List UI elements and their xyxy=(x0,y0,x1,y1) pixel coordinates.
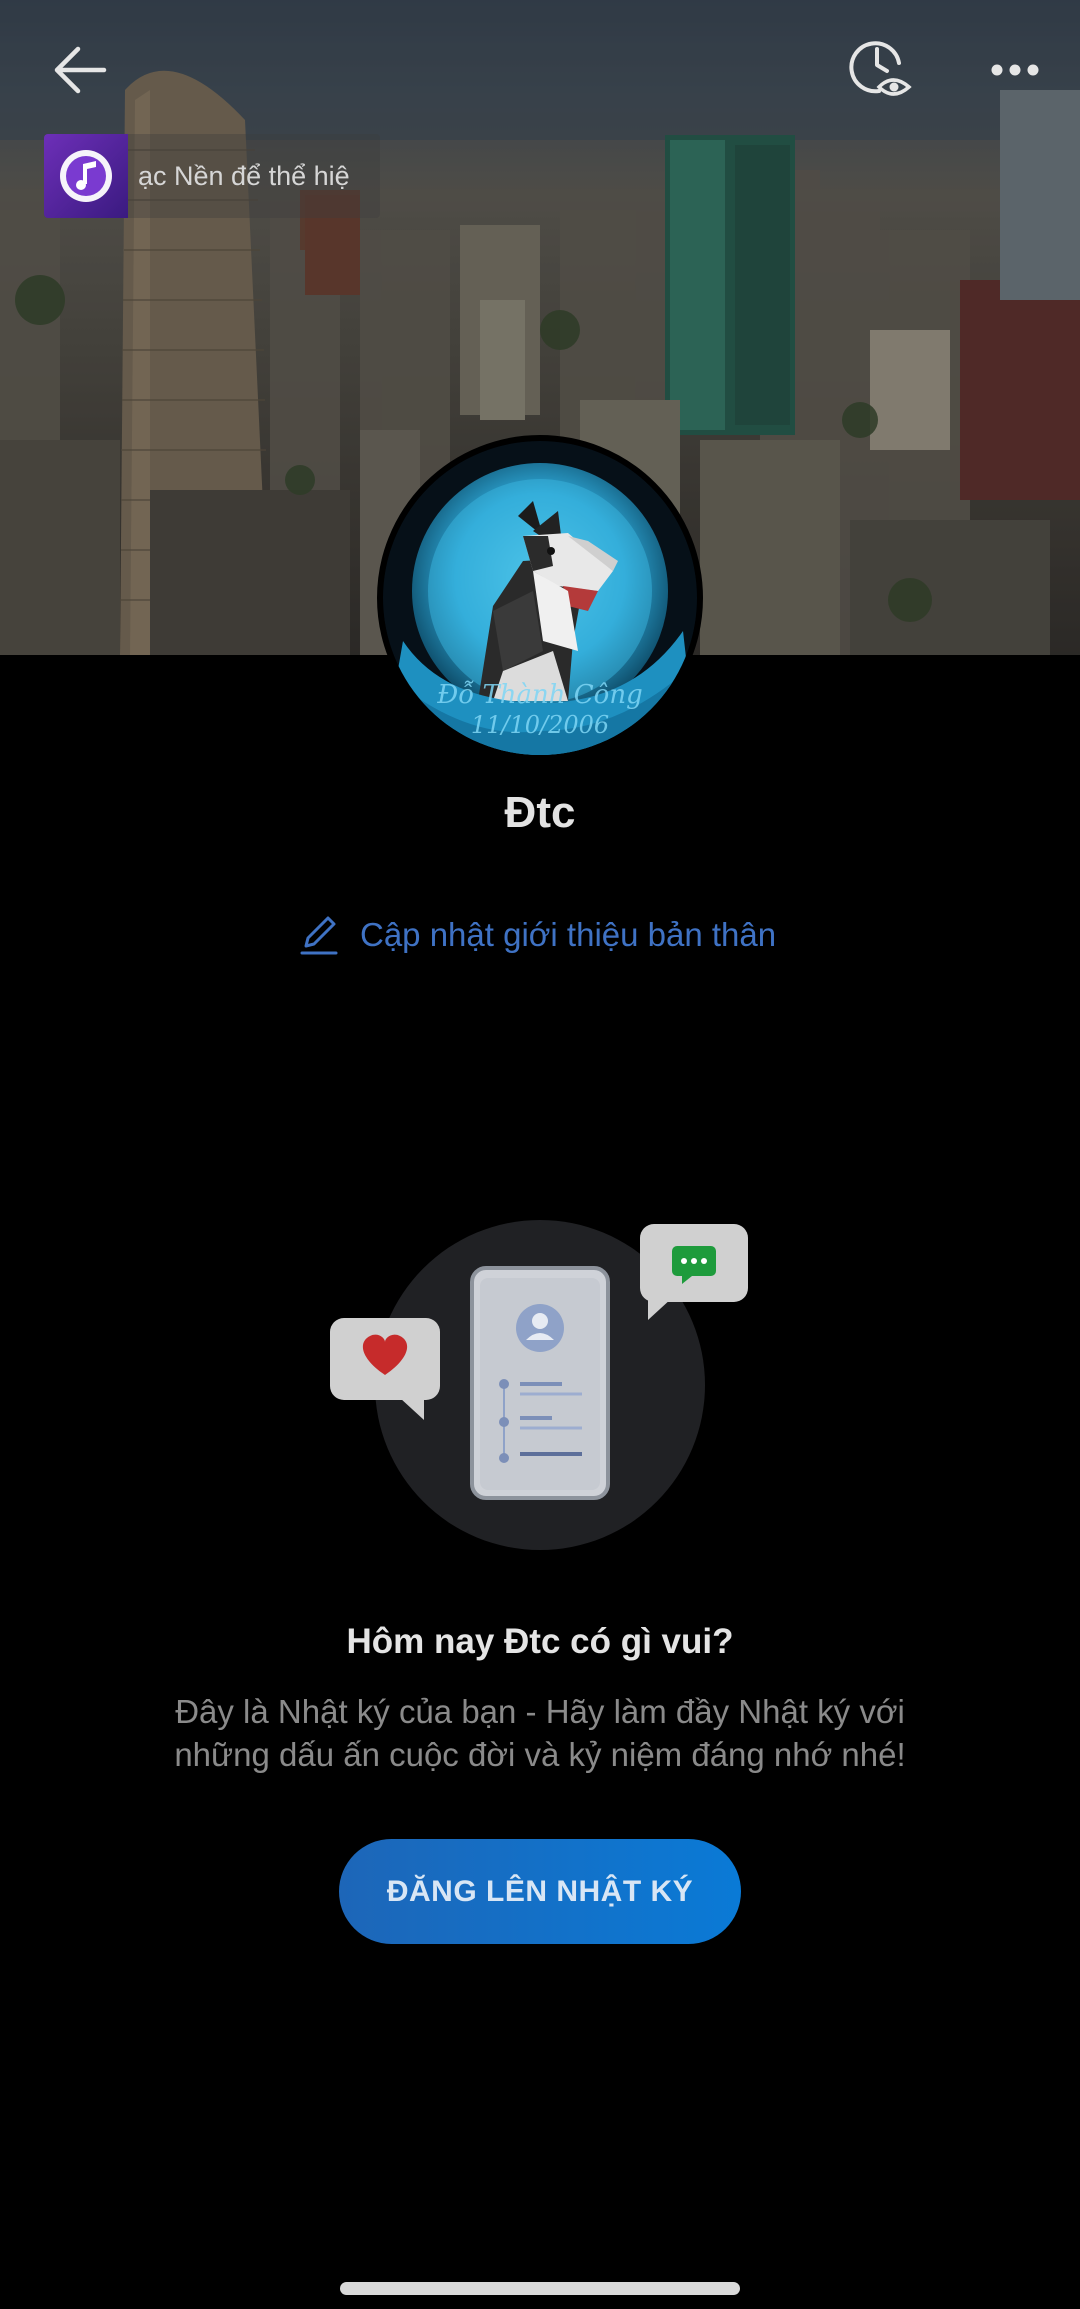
update-bio-label: Cập nhật giới thiệu bản thân xyxy=(360,916,777,953)
home-indicator[interactable] xyxy=(340,2282,740,2295)
post-to-diary-button[interactable]: ĐĂNG LÊN NHẬT KÝ xyxy=(339,1839,741,1944)
avatar-caption-date: 11/10/2006 xyxy=(471,711,609,739)
profile-visitors-button[interactable] xyxy=(840,28,924,112)
empty-diary-description: Đây là Nhật ký của bạn - Hãy làm đầy Nhậ… xyxy=(174,1693,906,1773)
more-options-button[interactable] xyxy=(975,30,1055,110)
clock-eye-icon xyxy=(849,41,912,96)
avatar[interactable]: Đỗ Thành Công 11/10/2006 xyxy=(377,435,703,761)
empty-diary-headline: Hôm nay Đtc có gì vui? xyxy=(346,1622,734,1661)
avatar-caption-name: Đỗ Thành Công xyxy=(436,679,642,710)
pencil-icon xyxy=(300,916,338,955)
update-bio-link[interactable]: Cập nhật giới thiệu bản thân xyxy=(300,910,776,960)
avatar-image: Đỗ Thành Công 11/10/2006 xyxy=(383,441,697,755)
more-horizontal-icon xyxy=(991,64,1039,76)
profile-name: Đtc xyxy=(504,788,576,837)
back-button[interactable] xyxy=(40,30,120,110)
music-title: ạc Nền để thể hiệ xyxy=(138,160,350,191)
arrow-left-icon xyxy=(54,46,107,94)
music-thumbnail xyxy=(44,134,128,218)
profile-music-chip[interactable]: ạc Nền để thể hiệ xyxy=(44,134,380,218)
diary-empty-illustration xyxy=(330,1220,748,1550)
music-note-icon xyxy=(60,150,112,202)
